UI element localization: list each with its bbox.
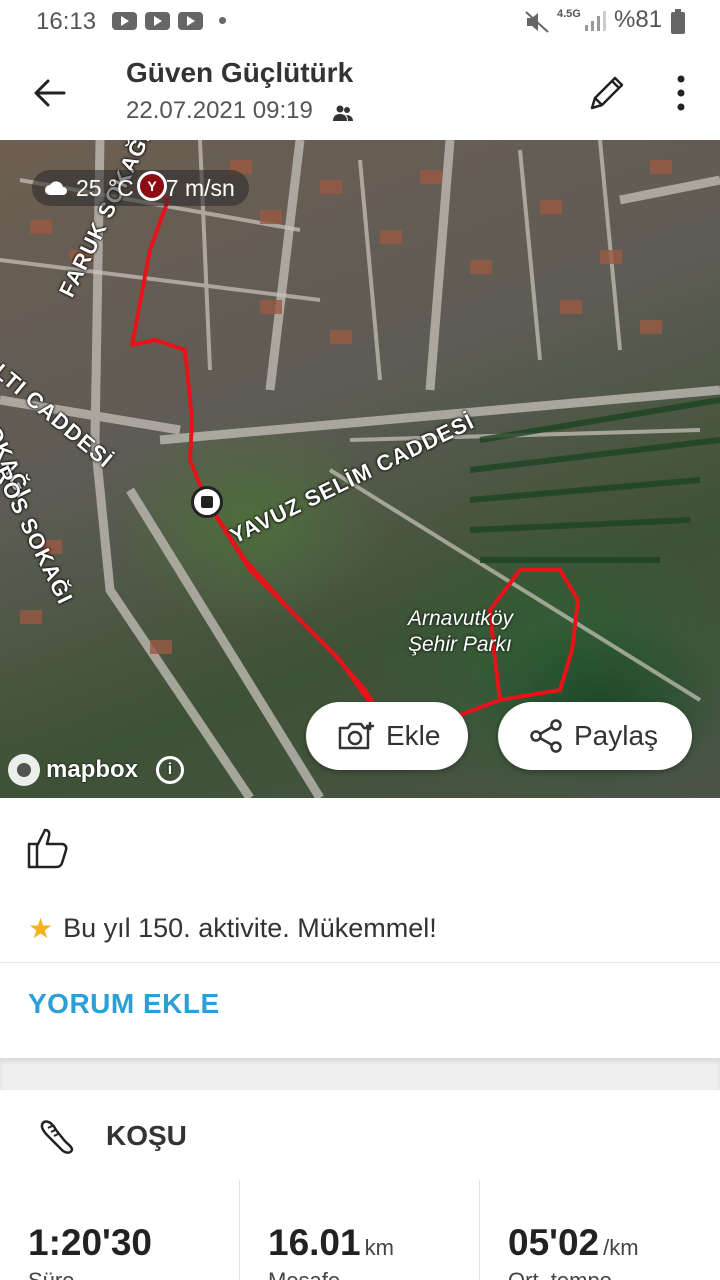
athlete-name: Güven Güçlütürk [126, 57, 354, 88]
stats-row: 1:20'30 Süre 16.01km Mesafe 05'02/km Ort… [0, 1180, 720, 1280]
sport-type: KOŞU [106, 1120, 187, 1151]
more-vertical-icon[interactable] [660, 68, 702, 118]
people-icon [333, 105, 353, 121]
add-comment-link[interactable]: YORUM EKLE [28, 988, 220, 1020]
thumbs-up-icon[interactable] [26, 826, 72, 870]
stat-distance: 16.01km Mesafe [240, 1180, 480, 1280]
stat-label: Süre [28, 1268, 74, 1280]
stat-value: 16.01 km [268, 1222, 394, 1264]
share-button[interactable]: Paylaş [498, 702, 692, 770]
network-type: 4.5G [557, 8, 581, 20]
add-photo-label: Ekle [386, 720, 441, 751]
status-time: 16:13 [36, 8, 97, 35]
stat-pace: 05'02/km Ort. tempo [480, 1180, 720, 1280]
app-header: Güven Güçlütürk 22.07.2021 09:19 [0, 44, 720, 140]
battery-percent: %81 [614, 6, 663, 33]
share-label: Paylaş [574, 720, 659, 751]
stat-unit: km [364, 1235, 394, 1260]
stat-label: Mesafe [268, 1268, 340, 1280]
stat-duration: 1:20'30 Süre [0, 1180, 240, 1280]
stat-value: 1:20'30 [28, 1222, 156, 1264]
achievement-row: ★ Bu yıl 150. aktivite. Mükemmel! [28, 912, 437, 945]
stat-number: 16.01 [268, 1222, 361, 1263]
mute-icon [525, 11, 549, 33]
edit-pencil-icon[interactable] [582, 68, 632, 118]
stat-number: 1:20'30 [28, 1222, 153, 1263]
youtube-notification-icon [145, 12, 170, 30]
mapbox-logo-icon [8, 754, 40, 786]
info-icon[interactable]: i [156, 756, 185, 784]
divider [0, 962, 720, 963]
status-bar: 16:13 4.5G %81 [0, 0, 720, 44]
stat-value: 05'02/km [508, 1222, 639, 1264]
route-map[interactable]: FARUK SOKAĞI SOKAĞI ALTI CADDESİ ROS SOK… [0, 140, 720, 798]
temperature: 25 °C [76, 174, 134, 201]
mapbox-text: mapbox [46, 756, 139, 783]
running-shoe-icon [40, 1120, 74, 1154]
battery-icon [671, 9, 685, 34]
stat-unit: /km [603, 1235, 639, 1260]
youtube-notification-icon [112, 12, 137, 30]
park-label: Arnavutköy Şehir Parkı [408, 606, 513, 658]
finish-marker[interactable] [191, 486, 223, 518]
star-icon: ★ [28, 913, 54, 944]
add-photo-button[interactable]: Ekle [306, 702, 468, 770]
youtube-notification-icon [178, 12, 203, 30]
camera-add-icon [338, 722, 374, 750]
park-label-line1: Arnavutköy [408, 607, 514, 630]
start-marker[interactable]: Y [137, 171, 167, 201]
mapbox-attribution: mapbox i [8, 754, 185, 786]
signal-icon [585, 11, 606, 31]
stat-label: Ort. tempo [508, 1268, 612, 1280]
achievement-text: Bu yıl 150. aktivite. Mükemmel! [63, 913, 437, 943]
wind-speed: 7 m/sn [165, 174, 235, 201]
park-label-line2: Şehir Parkı [408, 633, 512, 656]
cloud-icon [45, 181, 67, 195]
back-arrow-icon[interactable] [24, 68, 74, 118]
share-icon [530, 719, 562, 753]
activity-date: 22.07.2021 09:19 [126, 97, 313, 124]
stat-number: 05'02 [508, 1222, 600, 1263]
section-separator [0, 1058, 720, 1090]
more-notifications-icon [219, 17, 226, 24]
